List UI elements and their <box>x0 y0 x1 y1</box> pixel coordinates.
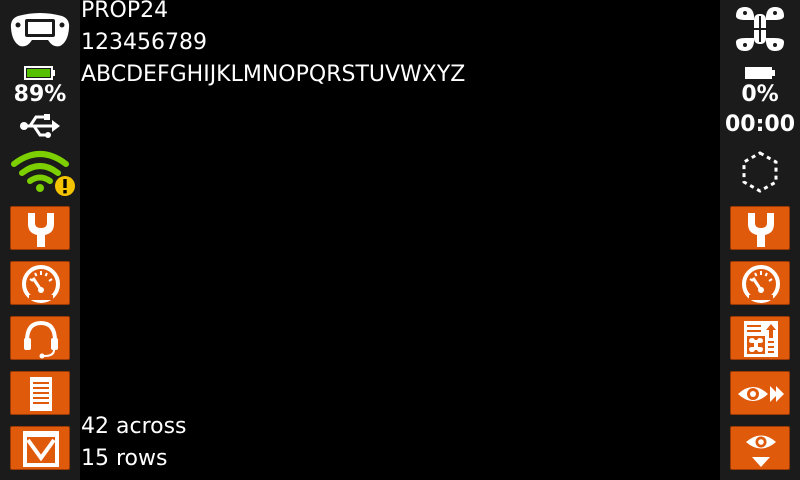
radio-battery-percent: 89% <box>13 82 67 107</box>
headset-icon <box>24 320 58 359</box>
sample-text-line: PROP24 <box>81 0 169 23</box>
left-sidebar: 89% <box>0 0 80 480</box>
right-sidebar: 0% 00:00 <box>720 0 800 480</box>
screens-next-menu-button[interactable] <box>730 371 790 415</box>
wrench-icon <box>748 213 774 247</box>
sample-alphabet-line: ABCDEFGHIJKLMNOPQRSTUVWXYZ <box>81 62 466 87</box>
rows-count-text: 15 rows <box>81 446 168 471</box>
telemetry-menu-button[interactable] <box>10 261 70 305</box>
wrench-icon <box>28 213 54 247</box>
model-setup-menu-button[interactable] <box>730 316 790 360</box>
battery-icon <box>745 67 775 79</box>
quadcopter-model-icon[interactable] <box>732 4 788 54</box>
dashed-hexagon-icon <box>742 151 778 193</box>
flight-timer[interactable]: 00:00 <box>720 112 800 137</box>
inbox-icon <box>23 431 59 467</box>
model-battery-percent: 0% <box>741 82 779 107</box>
screens-down-menu-button[interactable] <box>730 426 790 470</box>
battery-icon <box>24 66 55 80</box>
usb-icon <box>20 114 60 138</box>
model-setup-icon <box>744 321 778 357</box>
eye-forward-icon <box>738 386 784 402</box>
model-tools-menu-button[interactable] <box>730 206 790 250</box>
sample-digits-line: 123456789 <box>81 30 207 55</box>
wifi-warning-icon[interactable] <box>10 148 78 198</box>
radio-transmitter-icon[interactable] <box>8 10 72 50</box>
columns-count-text: 42 across <box>81 414 187 439</box>
notes-menu-button[interactable] <box>10 371 70 415</box>
eye-down-icon <box>746 435 776 467</box>
document-icon <box>30 377 52 411</box>
main-area: PROP24 123456789 ABCDEFGHIJKLMNOPQRSTUVW… <box>80 0 720 480</box>
tools-menu-button[interactable] <box>10 206 70 250</box>
inbox-menu-button[interactable] <box>10 426 70 470</box>
gauge-icon <box>742 265 780 303</box>
model-telemetry-menu-button[interactable] <box>730 261 790 305</box>
gauge-icon <box>22 265 60 303</box>
support-menu-button[interactable] <box>10 316 70 360</box>
